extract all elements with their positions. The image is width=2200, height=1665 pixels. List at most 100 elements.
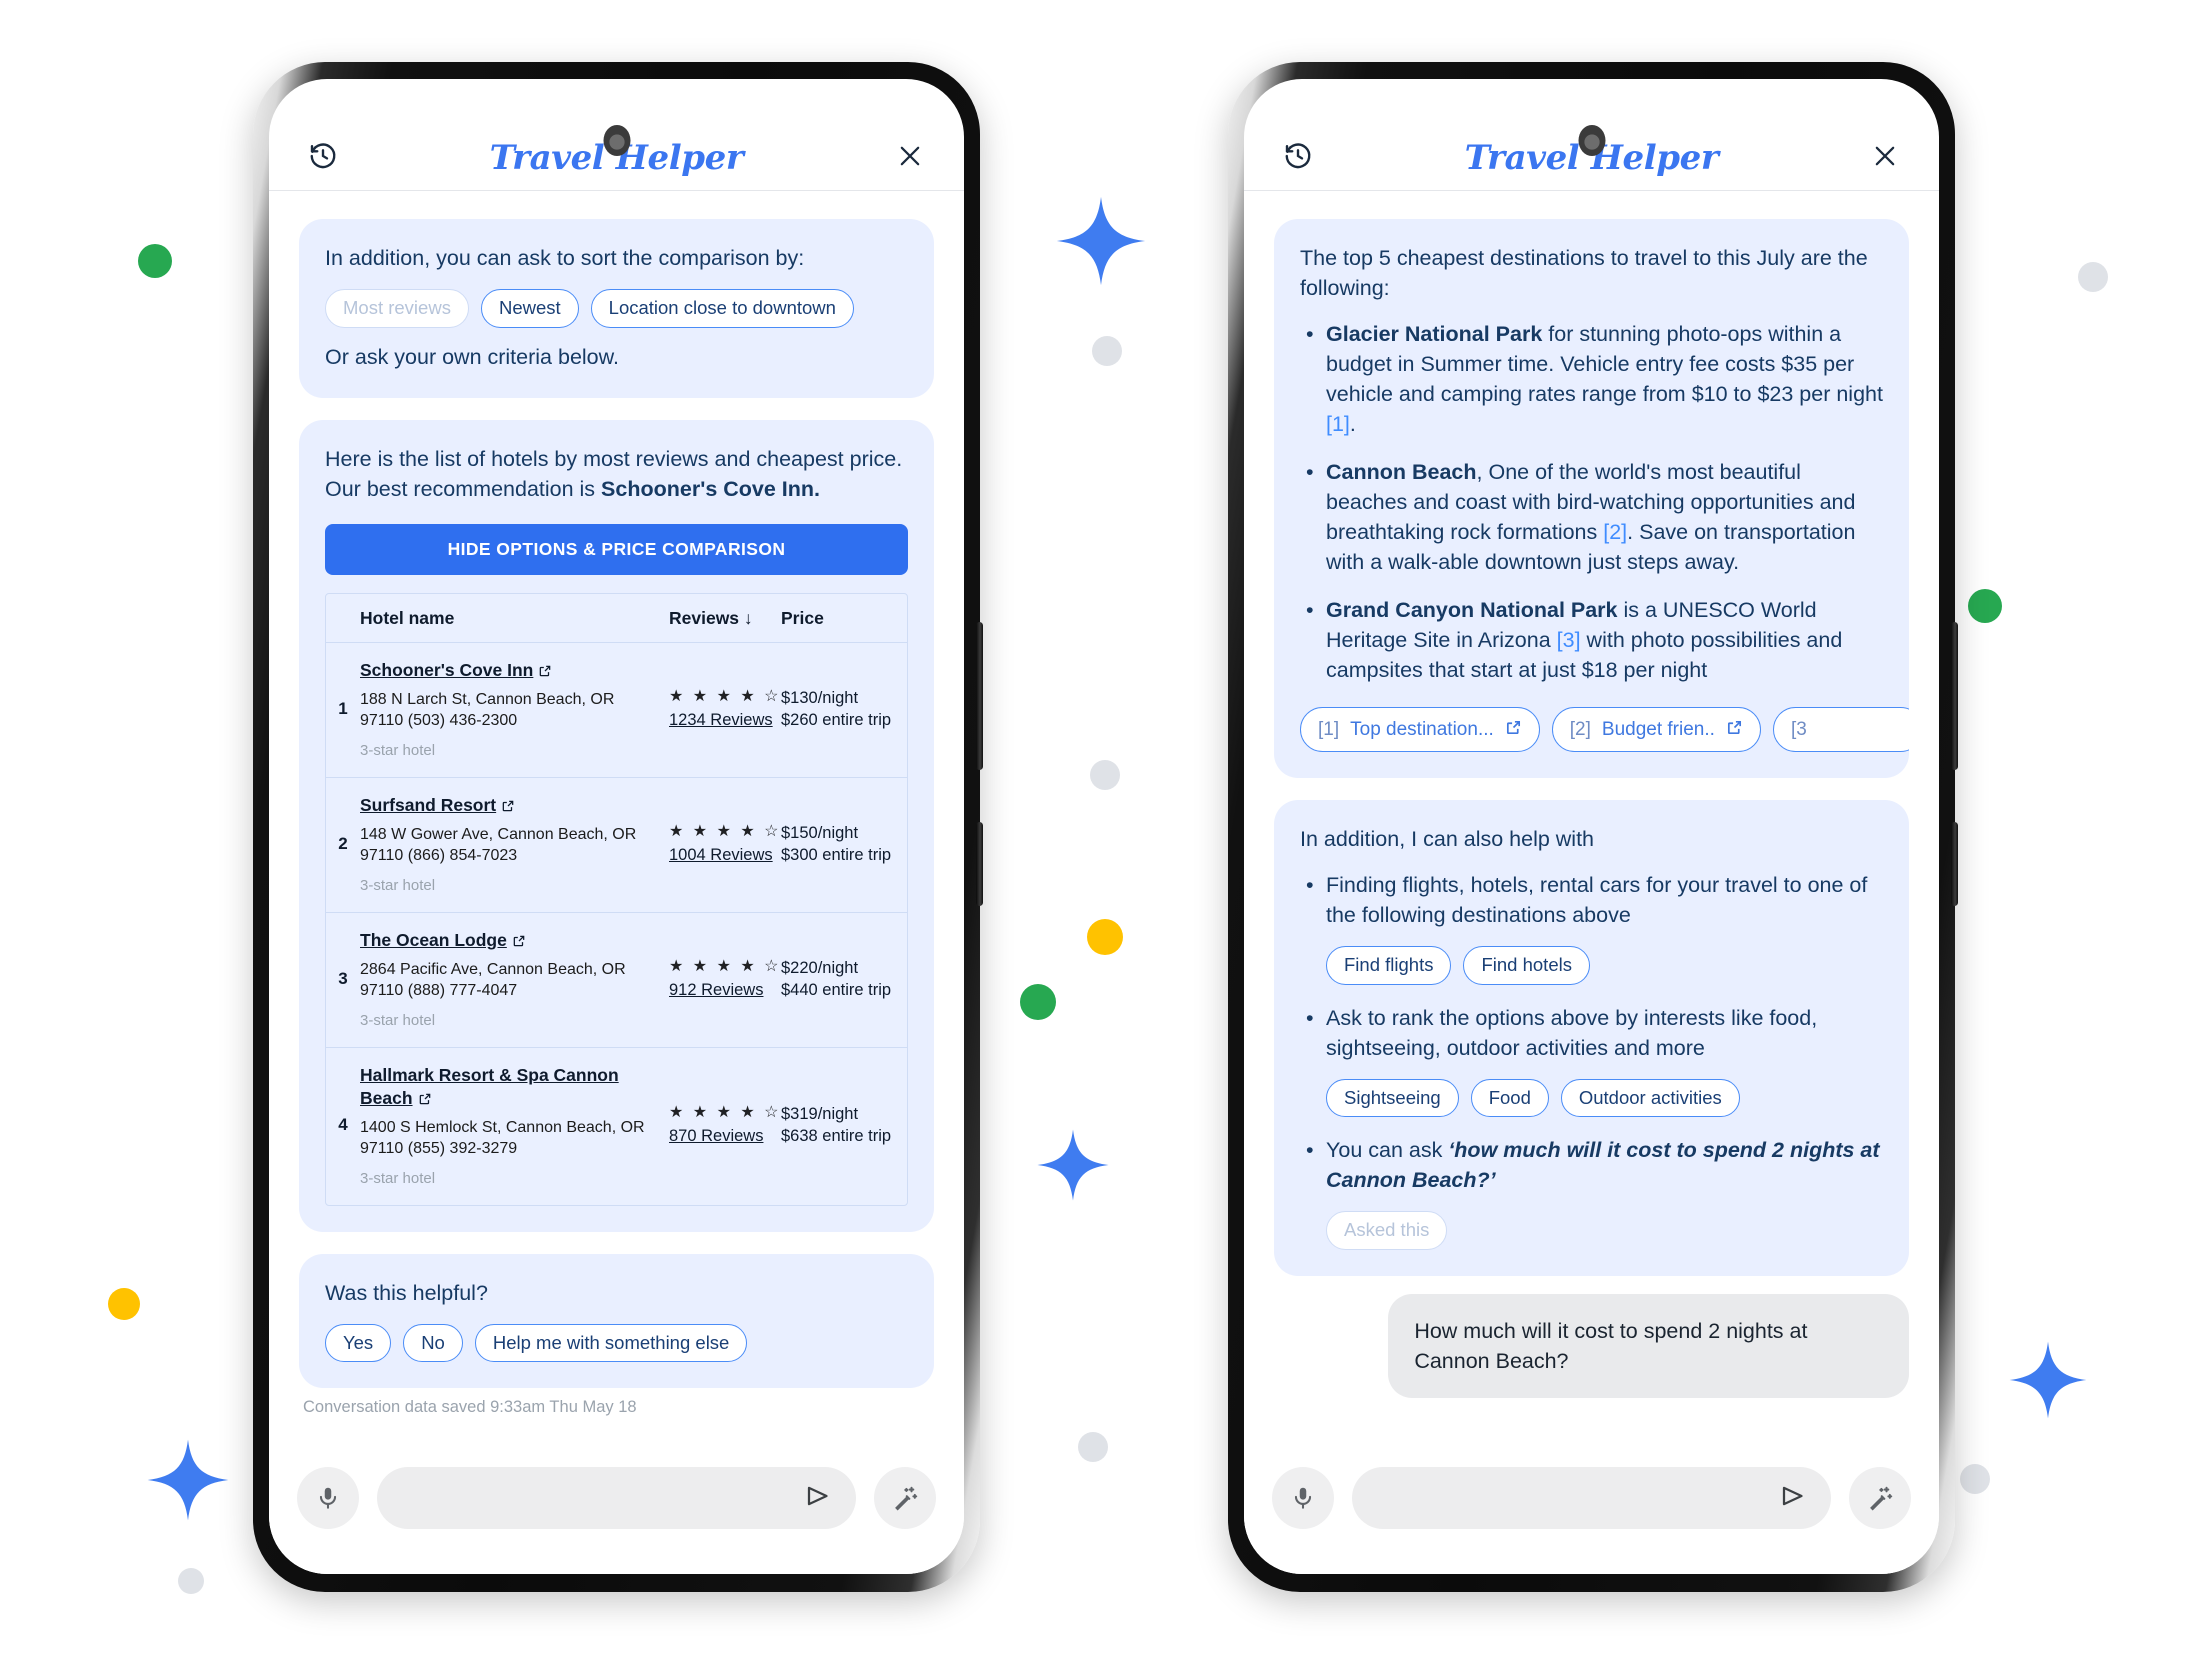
hotel-grade: 3-star hotel — [360, 1169, 436, 1187]
phone-left: Travel Helper In addition, you can ask t… — [253, 62, 983, 1592]
list-item: Glacier National Park for stunning photo… — [1300, 319, 1883, 439]
external-link-icon — [501, 796, 515, 819]
sparkle-icon-top — [1056, 196, 1146, 286]
hotel-name-link[interactable]: Surfsand Resort — [360, 794, 661, 819]
chip-outdoor-activities[interactable]: Outdoor activities — [1560, 1078, 1740, 1117]
citation-ref[interactable]: [2] — [1603, 520, 1627, 544]
phone-right-screen: Travel Helper The top 5 cheapest destina… — [1244, 79, 1939, 1574]
row-index: 2 — [338, 833, 348, 853]
feedback-chip-row: Yes No Help me with something else — [325, 1323, 908, 1362]
chip-sightseeing[interactable]: Sightseeing — [1326, 1078, 1459, 1117]
feedback-question: Was this helpful? — [325, 1280, 488, 1305]
deco-dot-grey-right-bottom — [1960, 1464, 1990, 1494]
chip-find-hotels[interactable]: Find hotels — [1463, 946, 1590, 985]
deco-dot-green-right — [1968, 589, 2002, 623]
reviews-link[interactable]: 1234 Reviews — [669, 709, 781, 731]
sort-chip-row: Most reviews Newest Location close to do… — [325, 289, 908, 328]
reviews-link[interactable]: 912 Reviews — [669, 979, 781, 1001]
hotel-name-link[interactable]: Schooner's Cove Inn — [360, 659, 661, 684]
citation-ref[interactable]: [1] — [1326, 412, 1350, 436]
star-rating: ★ ★ ★ ★ ☆ — [669, 957, 781, 975]
help-item-text: Finding flights, hotels, rental cars for… — [1326, 873, 1868, 927]
citation-ref[interactable]: [3] — [1557, 628, 1581, 652]
price-per-night: $319/night — [781, 1105, 859, 1123]
price-per-night: $150/night — [781, 823, 859, 842]
price-entire-trip: $260 entire trip — [781, 710, 892, 729]
chip-food[interactable]: Food — [1470, 1078, 1549, 1117]
phone-right-volume-button[interactable] — [1951, 622, 1958, 770]
phone-left-volume-button[interactable] — [976, 622, 983, 770]
chip-location-close-to-downtown[interactable]: Location close to downtown — [590, 289, 854, 328]
list-item: You can ask ‘how much will it cost to sp… — [1300, 1135, 1883, 1250]
chip-yes[interactable]: Yes — [325, 1323, 392, 1362]
list-item: Finding flights, hotels, rental cars for… — [1300, 870, 1883, 985]
chip-find-flights[interactable]: Find flights — [1326, 946, 1452, 985]
table-row: 1 Schooner's Cove Inn 188 N Larch St, Ca… — [326, 643, 907, 778]
message-input-wrapper[interactable] — [1352, 1467, 1831, 1529]
citation-chip-row[interactable]: [1] Top destination... [2] Budget frien.… — [1300, 707, 1909, 752]
feedback-card: Was this helpful? Yes No Help me with so… — [299, 1253, 934, 1388]
message-input[interactable] — [1376, 1487, 1779, 1509]
citation-chip-2[interactable]: [2] Budget frien.. — [1551, 707, 1761, 752]
chip-newest[interactable]: Newest — [480, 289, 579, 328]
th-reviews[interactable]: Reviews ↓ — [669, 608, 781, 629]
help-item-text: Ask to rank the options above by interes… — [1326, 1005, 1818, 1060]
price-entire-trip: $300 entire trip — [781, 845, 892, 864]
chip-most-reviews[interactable]: Most reviews — [325, 289, 469, 328]
price-per-night: $220/night — [781, 958, 859, 977]
chip-help-me-with-something-else[interactable]: Help me with something else — [474, 1323, 748, 1362]
hotel-name-link[interactable]: Hallmark Resort & Spa Cannon Beach — [360, 1064, 661, 1112]
list-item: Cannon Beach, One of the world's most be… — [1300, 457, 1883, 577]
history-icon[interactable] — [301, 134, 345, 178]
citation-chip-1-label: Top destination... — [1350, 719, 1494, 740]
magic-wand-button[interactable] — [1849, 1467, 1911, 1529]
send-icon[interactable] — [1779, 1481, 1809, 1516]
price-entire-trip: $638 entire trip — [781, 1127, 892, 1145]
destination-title: Grand Canyon National Park — [1326, 598, 1618, 622]
help-chip-row-interests: Sightseeing Food Outdoor activities — [1326, 1078, 1883, 1117]
citation-chip-2-number: [2] — [1569, 719, 1591, 740]
deco-dot-green-mid — [1020, 984, 1056, 1020]
reviews-link[interactable]: 870 Reviews — [669, 1125, 781, 1147]
message-input-wrapper[interactable] — [377, 1467, 856, 1529]
row-index: 3 — [338, 968, 348, 988]
reviews-link[interactable]: 1004 Reviews — [669, 844, 781, 866]
star-rating: ★ ★ ★ ★ ☆ — [669, 1104, 781, 1121]
th-price[interactable]: Price — [781, 608, 907, 629]
conversation-saved-note: Conversation data saved 9:33am Thu May 1… — [303, 1398, 637, 1416]
phone-right-power-button[interactable] — [1951, 822, 1958, 906]
chat-area-right[interactable]: The top 5 cheapest destinations to trave… — [1244, 191, 1939, 1448]
microphone-button[interactable] — [297, 1467, 359, 1529]
magic-wand-button[interactable] — [874, 1467, 936, 1529]
deco-dot-grey-top-right — [1092, 336, 1122, 366]
hide-options-button[interactable]: HIDE OPTIONS & PRICE COMPARISON — [325, 523, 908, 575]
hotel-address: 148 W Gower Ave, Cannon Beach, OR 97110 … — [360, 825, 637, 864]
citation-chip-1[interactable]: [1] Top destination... — [1300, 707, 1540, 752]
citation-chip-3[interactable]: [3 — [1772, 707, 1909, 752]
front-camera — [603, 125, 630, 156]
row-index: 4 — [338, 1115, 348, 1134]
sparkle-icon-bottom-left — [147, 1439, 229, 1521]
hotel-name-text: The Ocean Lodge — [360, 929, 507, 950]
external-link-icon — [1505, 719, 1522, 740]
chip-no[interactable]: No — [403, 1323, 463, 1362]
message-input[interactable] — [401, 1487, 804, 1509]
star-rating: ★ ★ ★ ★ ☆ — [669, 822, 781, 840]
row-index: 1 — [338, 698, 348, 718]
chip-asked-this[interactable]: Asked this — [1326, 1211, 1448, 1250]
close-icon[interactable] — [888, 134, 932, 178]
hotel-address: 188 N Larch St, Cannon Beach, OR 97110 (… — [360, 690, 615, 729]
history-icon[interactable] — [1276, 134, 1320, 178]
deco-dot-grey-right-top — [2078, 262, 2108, 292]
send-icon[interactable] — [804, 1481, 834, 1516]
table-row: 3 The Ocean Lodge 2864 Pacific Ave, Cann… — [326, 913, 907, 1048]
microphone-button[interactable] — [1272, 1467, 1334, 1529]
phone-left-power-button[interactable] — [976, 822, 983, 906]
hotel-name-link[interactable]: The Ocean Lodge — [360, 929, 661, 954]
close-icon[interactable] — [1863, 134, 1907, 178]
deco-dot-green-left — [138, 244, 172, 278]
destinations-intro: The top 5 cheapest destinations to trave… — [1300, 246, 1868, 300]
hotel-address: 2864 Pacific Ave, Cannon Beach, OR 97110… — [360, 960, 626, 999]
chat-area-left[interactable]: In addition, you can ask to sort the com… — [269, 191, 964, 1448]
table-row: 2 Surfsand Resort 148 W Gower Ave, Canno… — [326, 778, 907, 913]
